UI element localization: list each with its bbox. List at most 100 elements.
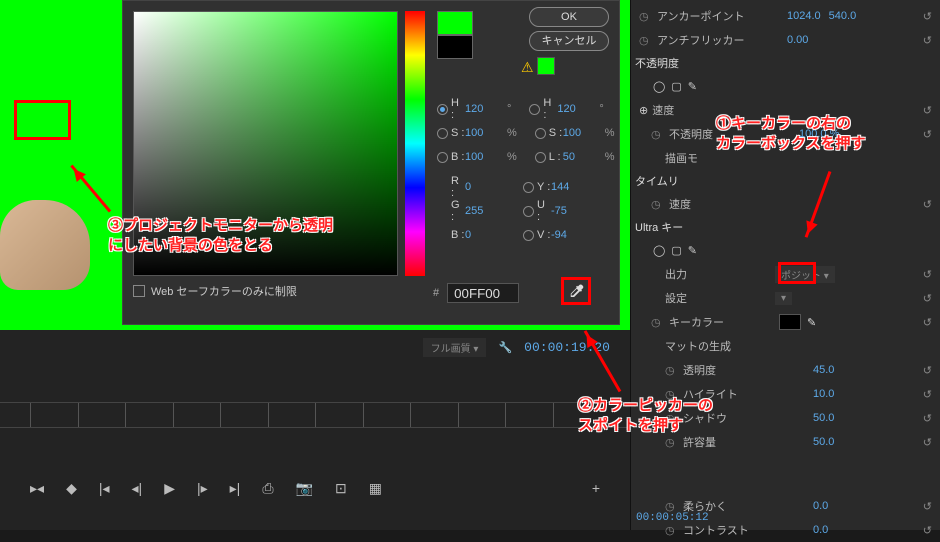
transparency-value[interactable]: 45.0 [813, 364, 834, 376]
ok-button[interactable]: OK [529, 7, 609, 27]
panel-timecode[interactable]: 00:00:05:12 [636, 512, 709, 524]
stopwatch-icon[interactable]: ◷ [639, 34, 653, 47]
speed-icon[interactable]: ⊕ [639, 104, 648, 117]
radio-h2[interactable] [529, 104, 540, 115]
new-color-swatch [437, 11, 473, 35]
shadow-value[interactable]: 50.0 [813, 412, 834, 424]
setting-dropdown[interactable]: ▾ [775, 292, 792, 305]
pen-mask-icon[interactable]: ✎ [688, 244, 697, 257]
stopwatch-icon[interactable]: ◷ [651, 198, 665, 211]
softness-value[interactable]: 0.0 [813, 500, 828, 512]
stopwatch-icon[interactable]: ◷ [665, 364, 679, 377]
prev-icon[interactable]: |◂ [99, 480, 110, 497]
stopwatch-icon[interactable]: ◷ [651, 316, 665, 329]
reset-icon[interactable]: ↺ [923, 128, 932, 141]
stopwatch-icon[interactable]: ◷ [665, 500, 679, 513]
next-icon[interactable]: ▸| [230, 480, 241, 497]
keycolor-swatch[interactable] [779, 314, 801, 330]
y-value[interactable]: 144 [551, 181, 591, 193]
marker-in-icon[interactable]: ▸◂ [30, 480, 44, 497]
u-value[interactable]: -75 [551, 205, 591, 217]
reset-icon[interactable]: ↺ [923, 500, 932, 513]
reset-icon[interactable]: ↺ [923, 412, 932, 425]
s-value[interactable]: 100 [465, 127, 505, 139]
v-value[interactable]: -94 [551, 229, 591, 241]
stopwatch-icon[interactable]: ◷ [639, 10, 653, 23]
add-marker-icon[interactable]: ◆ [66, 480, 77, 497]
stopwatch-icon[interactable]: ◷ [651, 128, 665, 141]
r-value[interactable]: 0 [465, 181, 505, 193]
timeremap-section[interactable]: タイムリ [631, 170, 940, 192]
reset-icon[interactable]: ↺ [923, 388, 932, 401]
radio-v[interactable] [523, 230, 534, 241]
radio-u[interactable] [523, 206, 534, 217]
highlight-value[interactable]: 10.0 [813, 388, 834, 400]
pen-mask-icon[interactable]: ✎ [688, 80, 697, 93]
settings-icon[interactable]: 🔧 [498, 341, 512, 354]
ellipse-mask-icon[interactable]: ◯ [653, 80, 665, 93]
eyedropper-button[interactable] [561, 277, 591, 305]
play-icon[interactable]: ▶ [164, 480, 175, 497]
hex-input[interactable] [447, 283, 519, 303]
websafe-label: Web セーフカラーのみに制限 [151, 283, 297, 299]
g-value[interactable]: 255 [465, 205, 505, 217]
stopwatch-icon[interactable]: ◷ [665, 436, 679, 449]
gamut-warning-icon[interactable]: ⚠ [521, 59, 534, 76]
step-back-icon[interactable]: ◂| [132, 480, 143, 497]
current-color-swatch [437, 35, 473, 59]
radio-y[interactable] [523, 182, 534, 193]
reset-icon[interactable]: ↺ [923, 292, 932, 305]
opacity-section[interactable]: 不透明度 [631, 52, 940, 74]
export-frame-icon[interactable]: ⎙ [262, 480, 273, 497]
crop-icon[interactable]: ⊡ [335, 480, 347, 497]
ellipse-mask-icon[interactable]: ◯ [653, 244, 665, 257]
anchor-y[interactable]: 540.0 [829, 10, 857, 22]
radio-s2[interactable] [535, 128, 546, 139]
antiflicker-value[interactable]: 0.00 [787, 34, 808, 46]
time-ruler[interactable] [0, 402, 630, 428]
reset-icon[interactable]: ↺ [923, 268, 932, 281]
quality-dropdown[interactable]: フル画質 ▾ [423, 338, 487, 357]
b-value[interactable]: 100 [465, 151, 505, 163]
anchor-x[interactable]: 1024.0 [787, 10, 821, 22]
cancel-button[interactable]: キャンセル [529, 31, 609, 51]
annotation-box [14, 100, 71, 140]
radio-h[interactable] [437, 104, 448, 115]
reset-icon[interactable]: ↺ [923, 316, 932, 329]
step-fwd-icon[interactable]: |▸ [197, 480, 208, 497]
timeline-panel: フル画質 ▾ 🔧 00:00:19:20 ▸◂ ◆ |◂ ◂| ▶ |▸ ▸| … [0, 332, 630, 530]
radio-l2[interactable] [535, 152, 546, 163]
rect-mask-icon[interactable]: ▢ [671, 244, 681, 257]
reset-icon[interactable]: ↺ [923, 104, 932, 117]
radio-b[interactable] [437, 152, 448, 163]
b-rgb-value[interactable]: 0 [465, 229, 505, 241]
s2-value[interactable]: 100 [563, 127, 603, 139]
reset-icon[interactable]: ↺ [923, 198, 932, 211]
hue-slider[interactable] [405, 11, 425, 276]
hash-label: # [433, 287, 439, 299]
rect-mask-icon[interactable]: ▢ [671, 80, 681, 93]
reset-icon[interactable]: ↺ [923, 524, 932, 537]
color-picker-dialog: OK キャンセル ⚠ H : 120° H : 120° S : [122, 0, 620, 325]
eyedropper-icon [567, 282, 585, 300]
reset-icon[interactable]: ↺ [923, 436, 932, 449]
contrast-value[interactable]: 0.0 [813, 524, 828, 536]
eyedropper-icon[interactable]: ✎ [807, 316, 816, 329]
ultrakey-section[interactable]: Ultra キー [631, 216, 940, 238]
reset-icon[interactable]: ↺ [923, 34, 932, 47]
tolerance-value[interactable]: 50.0 [813, 436, 834, 448]
reset-icon[interactable]: ↺ [923, 10, 932, 23]
annotation-2: ②カラーピッカーの スポイトを押す [578, 396, 713, 435]
safe-margins-icon[interactable]: ▦ [369, 480, 382, 497]
camera-icon[interactable]: 📷 [296, 480, 313, 497]
annotation-highlight [778, 262, 816, 284]
add-button-icon[interactable]: + [592, 480, 600, 496]
stopwatch-icon[interactable]: ◷ [665, 524, 679, 537]
l2-value[interactable]: 50 [563, 151, 603, 163]
radio-s[interactable] [437, 128, 448, 139]
h-value[interactable]: 120 [465, 103, 505, 115]
h2-value[interactable]: 120 [557, 103, 597, 115]
reset-icon[interactable]: ↺ [923, 364, 932, 377]
gamut-safe-swatch[interactable] [537, 57, 555, 75]
websafe-checkbox[interactable] [133, 285, 145, 297]
